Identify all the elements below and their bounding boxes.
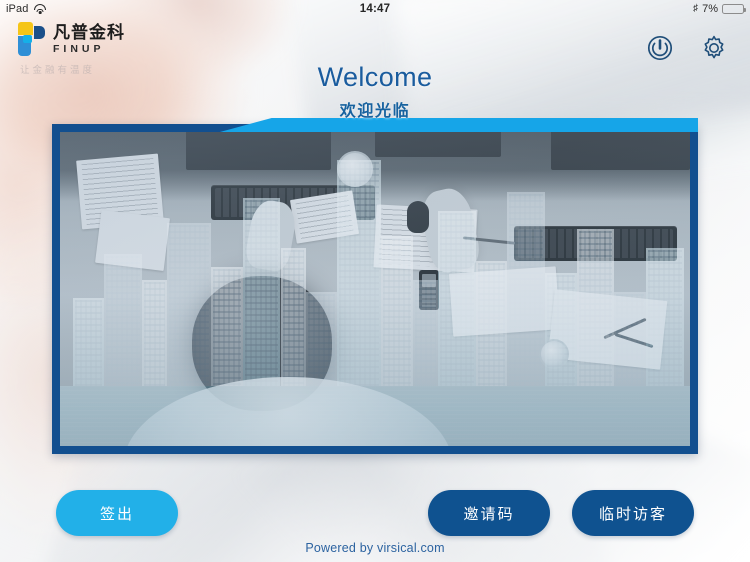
status-bar-clock: 14:47 bbox=[359, 3, 391, 15]
logo-tagline: 让金融有温度 bbox=[20, 65, 96, 76]
invite-code-button[interactable]: 邀请码 bbox=[428, 490, 550, 536]
brand-logo: 凡普金科 FINUP 让金融有温度 bbox=[18, 22, 125, 76]
action-bar: 签出 邀请码 临时访客 bbox=[0, 490, 750, 536]
logo-wordmark: 凡普金科 FINUP bbox=[53, 24, 125, 55]
status-bar: iPad 14:47 ♯ 7% bbox=[0, 0, 750, 18]
gear-icon[interactable] bbox=[700, 34, 728, 62]
logo-row: 凡普金科 FINUP bbox=[18, 22, 125, 56]
footer-powered-by: Powered by virsical.com bbox=[305, 541, 445, 555]
logo-name-en: FINUP bbox=[53, 42, 105, 55]
logo-name-cn: 凡普金科 bbox=[53, 22, 125, 42]
temporary-visitor-button[interactable]: 临时访客 bbox=[572, 490, 694, 536]
media-image bbox=[60, 132, 690, 446]
media-frame bbox=[52, 118, 698, 454]
header-icon-group bbox=[646, 34, 728, 62]
battery-icon bbox=[722, 4, 746, 14]
sign-out-button[interactable]: 签出 bbox=[56, 490, 178, 536]
photo-blue-tint bbox=[60, 132, 690, 446]
power-icon[interactable] bbox=[646, 34, 674, 62]
kiosk-screen: iPad 14:47 ♯ 7% 凡普金科 FINUP 让金融有温度 Welcom… bbox=[0, 0, 750, 562]
finup-f-logo-icon bbox=[18, 22, 46, 56]
